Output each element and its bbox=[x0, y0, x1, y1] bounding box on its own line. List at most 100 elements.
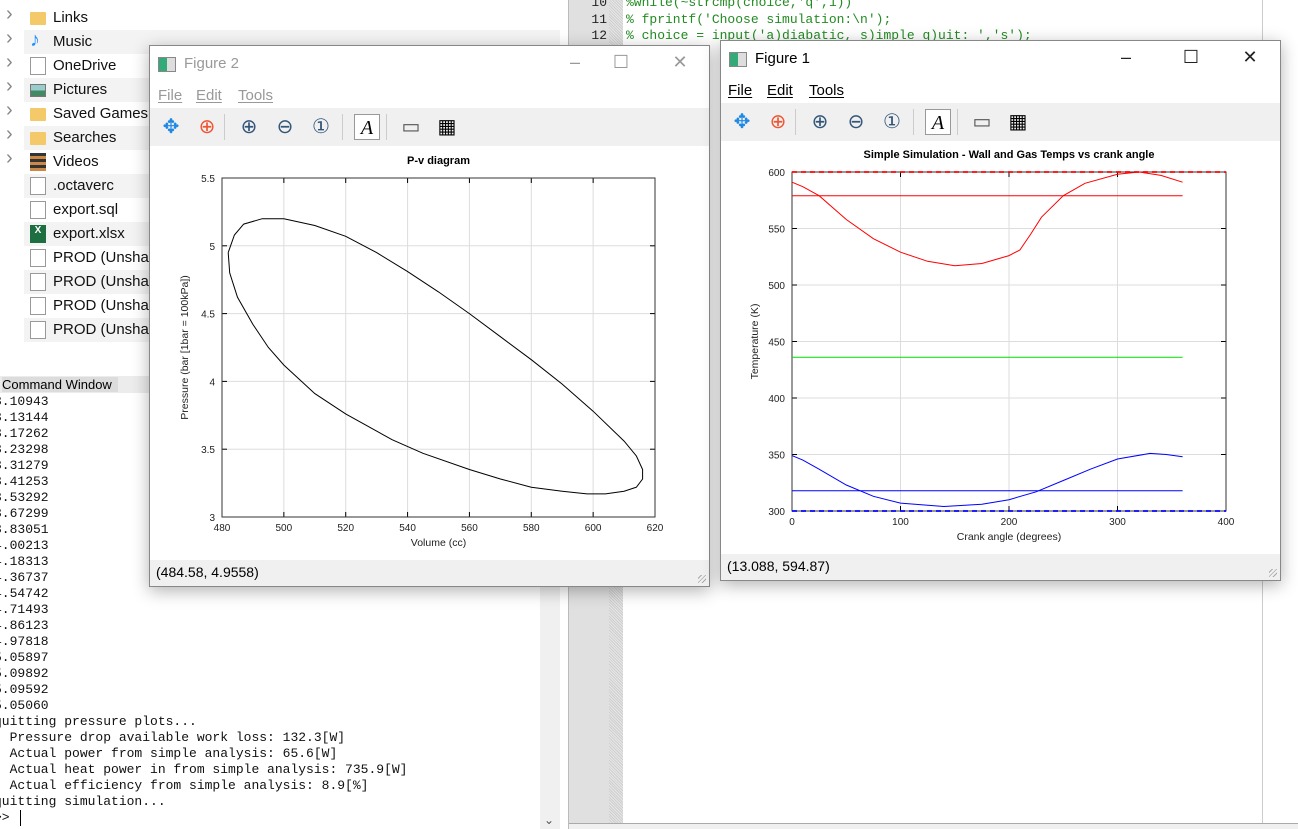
code-line[interactable]: % fprintf('Choose simulation:\n'); bbox=[626, 12, 891, 27]
menu-tools[interactable]: Tools bbox=[238, 87, 273, 104]
menu-file[interactable]: File bbox=[728, 82, 752, 99]
file-icon bbox=[30, 57, 46, 75]
output-line: Pressure drop available work loss: 132.3… bbox=[0, 730, 346, 745]
y-tick-label: 3 bbox=[209, 513, 215, 524]
temperature-chart[interactable]: Simple Simulation - Wall and Gas Temps v… bbox=[721, 141, 1280, 555]
minimize-button[interactable]: – bbox=[1106, 47, 1146, 68]
resize-grip[interactable] bbox=[1269, 569, 1277, 577]
y-tick-label: 350 bbox=[768, 451, 785, 462]
axes-icon[interactable]: ▭ bbox=[398, 114, 424, 140]
menu-file[interactable]: File bbox=[158, 87, 182, 104]
maximize-button[interactable]: ☐ bbox=[601, 52, 641, 73]
zoom-in-icon[interactable]: ⊕ bbox=[236, 114, 262, 140]
chevron-right-icon[interactable]: › bbox=[6, 51, 13, 74]
y-tick-label: 4 bbox=[209, 377, 215, 388]
line-number: 11 bbox=[591, 11, 607, 27]
y-tick-label: 550 bbox=[768, 225, 785, 236]
toolbar-separator bbox=[957, 109, 958, 135]
file-tree-item-label: export.sql bbox=[53, 201, 119, 218]
title-bar[interactable]: Figure 2 – ☐ ✕ bbox=[150, 46, 709, 84]
output-line: Actual efficiency from simple analysis: … bbox=[0, 778, 369, 793]
cursor-coordinates: (13.088, 594.87) bbox=[727, 558, 830, 574]
menu-edit[interactable]: Edit bbox=[196, 87, 222, 104]
axes-icon[interactable]: ▭ bbox=[969, 109, 995, 135]
y-tick-label: 3.5 bbox=[201, 445, 215, 456]
output-line: 5.05897 bbox=[0, 650, 49, 665]
pan-icon[interactable]: ✥ bbox=[158, 114, 184, 140]
menu-bar: File Edit Tools bbox=[721, 79, 1280, 103]
x-tick-label: 620 bbox=[647, 523, 664, 534]
music-icon: ♪ bbox=[30, 29, 40, 51]
x-tick-label: 480 bbox=[214, 523, 231, 534]
file-icon bbox=[30, 201, 46, 219]
zoom-reset-icon[interactable]: ① bbox=[879, 109, 905, 135]
zoom-out-icon[interactable]: ⊖ bbox=[843, 109, 869, 135]
grid-icon[interactable]: ▦ bbox=[1005, 109, 1031, 135]
rotate-icon[interactable]: ⊕ bbox=[194, 114, 220, 140]
figure-1-window[interactable]: Figure 1 – ☐ ✕ File Edit Tools ✥ ⊕ ⊕ ⊖ ① A ▭ ▦ … bbox=[720, 40, 1281, 581]
toolbar-separator bbox=[224, 114, 225, 140]
zoom-in-icon[interactable]: ⊕ bbox=[807, 109, 833, 135]
figure-2-window[interactable]: Figure 2 – ☐ ✕ File Edit Tools ✥ ⊕ ⊕ ⊖ ① A ▭ ▦ … bbox=[149, 45, 710, 587]
chevron-right-icon[interactable]: › bbox=[6, 99, 13, 122]
chevron-right-icon[interactable]: › bbox=[6, 75, 13, 98]
series-line bbox=[791, 452, 1183, 508]
output-line: quitting pressure plots... bbox=[0, 714, 197, 729]
file-tree-item-label: PROD (Unshare bbox=[53, 297, 163, 314]
maximize-button[interactable]: ☐ bbox=[1171, 47, 1211, 68]
text-icon[interactable]: A bbox=[354, 114, 380, 140]
menu-edit[interactable]: Edit bbox=[767, 82, 793, 99]
y-tick-label: 4.5 bbox=[201, 310, 215, 321]
file-tree-item-label: Music bbox=[53, 33, 93, 50]
file-icon bbox=[30, 297, 46, 315]
x-tick-label: 400 bbox=[1218, 517, 1235, 528]
figure-toolbar: ✥ ⊕ ⊕ ⊖ ① A ▭ ▦ bbox=[721, 103, 1280, 141]
scroll-down-icon[interactable]: ⌄ bbox=[544, 813, 554, 827]
grid-icon[interactable]: ▦ bbox=[434, 114, 460, 140]
file-tree-item-label: Searches bbox=[53, 129, 117, 146]
close-button[interactable]: ✕ bbox=[1230, 47, 1270, 68]
zoom-out-icon[interactable]: ⊖ bbox=[272, 114, 298, 140]
file-tree-item[interactable]: › Links bbox=[0, 3, 560, 30]
figure-icon bbox=[158, 57, 176, 72]
resize-grip[interactable] bbox=[698, 575, 706, 583]
x-tick-label: 200 bbox=[1001, 517, 1018, 528]
x-tick-label: 0 bbox=[789, 517, 795, 528]
y-tick-label: 400 bbox=[768, 394, 785, 405]
excel-icon: X bbox=[30, 225, 46, 243]
plot-area[interactable]: Simple Simulation - Wall and Gas Temps v… bbox=[721, 141, 1280, 554]
file-tree-item-label: Pictures bbox=[53, 81, 108, 98]
y-axis-label: Temperature (K) bbox=[749, 304, 761, 380]
saved-games-folder-icon bbox=[30, 108, 46, 121]
pan-icon[interactable]: ✥ bbox=[729, 109, 755, 135]
command-prompt[interactable]: >> bbox=[0, 810, 540, 826]
rotate-icon[interactable]: ⊕ bbox=[765, 109, 791, 135]
chevron-right-icon[interactable]: › bbox=[6, 27, 13, 50]
code-line[interactable]: %while(~strcmp(choice,'q',1)) bbox=[626, 0, 852, 10]
output-line: 4.97818 bbox=[0, 634, 49, 649]
close-button[interactable]: ✕ bbox=[660, 52, 700, 73]
minimize-button[interactable]: – bbox=[555, 52, 595, 73]
toolbar-separator bbox=[386, 114, 387, 140]
editor-status-bar bbox=[569, 823, 1298, 829]
pictures-icon bbox=[30, 84, 46, 97]
plot-area[interactable]: P-v diagram 480 500 520 540 560 580 600 620 3 3.5 4… bbox=[150, 146, 709, 560]
pv-diagram-chart[interactable]: P-v diagram 480 500 520 540 560 580 600 620 3 3.5 4… bbox=[150, 146, 709, 560]
series-line bbox=[791, 171, 1183, 267]
toolbar-separator bbox=[342, 114, 343, 140]
chevron-right-icon[interactable]: › bbox=[6, 123, 13, 146]
x-tick-label: 580 bbox=[523, 523, 540, 534]
window-title: Figure 2 bbox=[184, 55, 240, 72]
x-tick-label: 560 bbox=[461, 523, 478, 534]
zoom-reset-icon[interactable]: ① bbox=[308, 114, 334, 140]
y-tick-label: 300 bbox=[768, 507, 785, 518]
menu-tools[interactable]: Tools bbox=[809, 82, 844, 99]
chevron-right-icon[interactable]: › bbox=[6, 3, 13, 26]
search-folder-icon bbox=[30, 132, 46, 145]
chevron-right-icon[interactable]: › bbox=[6, 147, 13, 170]
axes-box bbox=[221, 177, 656, 518]
links-folder-icon bbox=[30, 12, 46, 25]
title-bar[interactable]: Figure 1 – ☐ ✕ bbox=[721, 41, 1280, 79]
row-background bbox=[24, 6, 560, 30]
text-icon[interactable]: A bbox=[925, 109, 951, 135]
